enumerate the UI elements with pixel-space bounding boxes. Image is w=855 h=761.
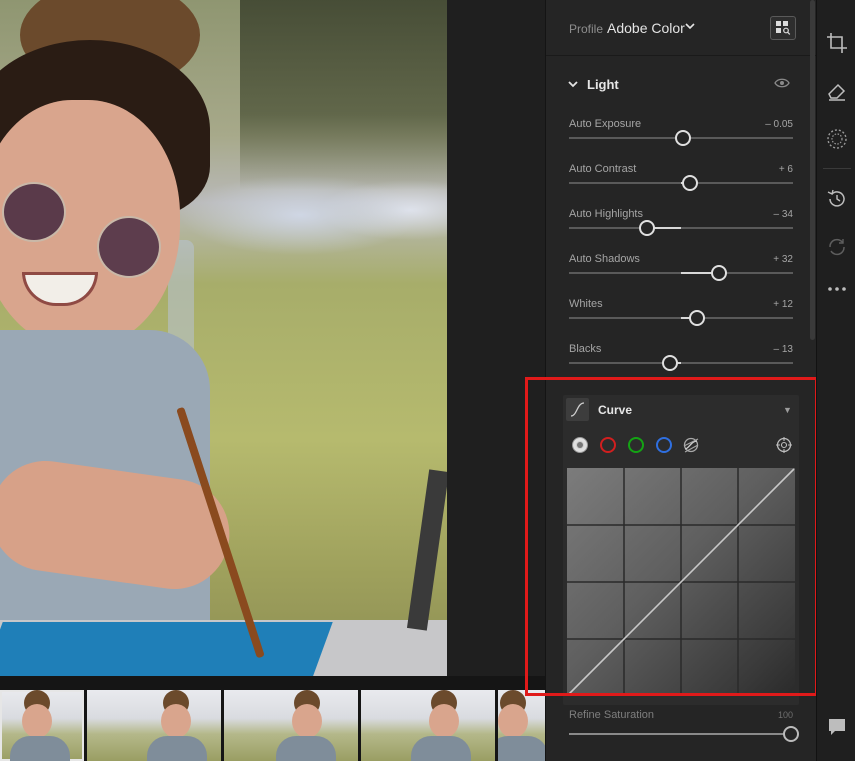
profile-label: Profile: [569, 22, 604, 36]
slider-track[interactable]: [569, 227, 793, 229]
photo-canvas[interactable]: [0, 0, 447, 676]
slider-track[interactable]: [569, 362, 793, 364]
channel-green-button[interactable]: [628, 437, 644, 453]
target-adjust-icon[interactable]: [776, 437, 792, 458]
slider-label: Auto Shadows: [569, 253, 640, 265]
filmstrip-thumbnail[interactable]: [361, 690, 495, 761]
curve-title: Curve: [598, 403, 633, 417]
slider-thumb[interactable]: [639, 220, 656, 236]
refine-saturation-label: Refine Saturation: [569, 709, 654, 721]
refine-saturation-value: 100: [777, 710, 793, 720]
slider-value: – 0.05: [765, 119, 793, 130]
slider-thumb[interactable]: [783, 726, 799, 742]
refine-saturation-slider[interactable]: Refine Saturation 100: [569, 709, 799, 749]
channel-all-button[interactable]: [572, 437, 588, 453]
photo-chair: [406, 469, 447, 631]
photo-sunglasses-right: [97, 216, 161, 278]
slider-value: + 6: [778, 164, 793, 175]
slider-row[interactable]: Auto Exposure – 0.05: [569, 118, 793, 158]
slider-value: – 13: [773, 344, 793, 355]
filmstrip-thumbnail[interactable]: [87, 690, 221, 761]
toolstrip-divider: [823, 168, 851, 169]
slider-value: + 32: [773, 254, 793, 265]
parametric-curve-icon[interactable]: [682, 437, 700, 458]
filmstrip: [0, 676, 545, 761]
filmstrip-thumbnail[interactable]: [224, 690, 358, 761]
panel-scrollbar[interactable]: [810, 0, 815, 340]
curve-icon[interactable]: [566, 398, 589, 421]
history-icon[interactable]: [826, 188, 848, 210]
crop-icon[interactable]: [826, 32, 848, 54]
profile-row: Profile Adobe Color: [546, 0, 816, 56]
slider-label: Auto Highlights: [569, 208, 643, 220]
healing-eraser-icon[interactable]: [826, 80, 848, 102]
photo-sunglasses-left: [2, 182, 66, 242]
slider-label: Whites: [569, 298, 603, 310]
slider-label: Auto Exposure: [569, 118, 642, 130]
channel-blue-button[interactable]: [656, 437, 672, 453]
edit-panel: Profile Adobe Color Light Auto Exposure –…: [545, 0, 816, 761]
tool-strip: [816, 0, 855, 761]
slider-row[interactable]: Blacks – 13: [569, 343, 793, 383]
slider-row[interactable]: Auto Highlights – 34: [569, 208, 793, 248]
slider-thumb[interactable]: [681, 175, 698, 191]
sync-icon[interactable]: [826, 236, 848, 258]
slider-value: + 12: [773, 299, 793, 310]
slider-track[interactable]: [569, 733, 789, 735]
curve-menu-triangle-icon[interactable]: ▼: [783, 405, 792, 415]
slider-thumb[interactable]: [688, 310, 705, 326]
slider-thumb[interactable]: [661, 355, 678, 371]
masking-icon[interactable]: [826, 128, 848, 150]
more-icon[interactable]: [826, 278, 848, 300]
profile-dropdown[interactable]: Adobe Color: [607, 20, 685, 36]
filmstrip-thumbnail[interactable]: [0, 690, 84, 761]
slider-label: Blacks: [569, 343, 602, 355]
slider-row[interactable]: Auto Shadows + 32: [569, 253, 793, 293]
slider-row[interactable]: Whites + 12: [569, 298, 793, 338]
tone-curve-graph[interactable]: [567, 468, 795, 696]
slider-thumb[interactable]: [675, 130, 692, 146]
slider-value: – 34: [773, 209, 793, 220]
channel-red-button[interactable]: [600, 437, 616, 453]
eye-icon[interactable]: [774, 76, 790, 94]
comment-icon[interactable]: [826, 716, 848, 738]
profile-grid-icon: [776, 21, 791, 35]
light-section-title: Light: [587, 77, 619, 92]
profile-browser-button[interactable]: [770, 16, 796, 40]
chevron-down-icon[interactable]: [685, 20, 695, 34]
curve-panel: Curve ▼: [563, 395, 799, 705]
slider-row[interactable]: Auto Contrast + 6: [569, 163, 793, 203]
photo-background-trees: [240, 0, 447, 190]
chevron-down-icon[interactable]: [568, 78, 578, 92]
filmstrip-thumbnail[interactable]: [498, 690, 545, 761]
photo-blue-painting: [0, 622, 333, 676]
slider-label: Auto Contrast: [569, 163, 637, 175]
slider-thumb[interactable]: [711, 265, 728, 281]
light-section-header[interactable]: Light: [546, 60, 816, 106]
